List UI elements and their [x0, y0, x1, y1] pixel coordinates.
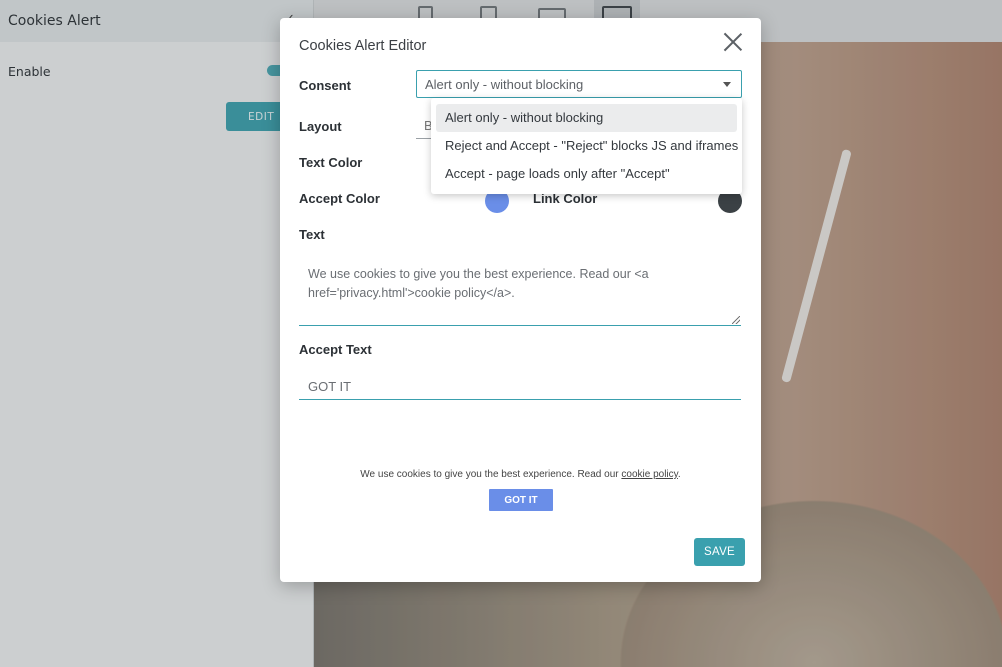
consent-label: Consent [299, 78, 351, 93]
preview-got-it-button[interactable]: GOT IT [489, 489, 553, 511]
preview-message-text: We use cookies to give you the best expe… [360, 469, 619, 480]
consent-option-reject-accept[interactable]: Reject and Accept - "Reject" blocks JS a… [436, 132, 738, 160]
accept-text-label: Accept Text [299, 342, 372, 357]
alert-text-field[interactable] [299, 254, 741, 326]
save-button[interactable]: SAVE [694, 538, 745, 566]
consent-option-alert-only[interactable]: Alert only - without blocking [436, 104, 737, 132]
close-icon[interactable] [723, 32, 743, 52]
consent-select-value: Alert only - without blocking [425, 77, 584, 92]
resize-handle-icon[interactable] [732, 316, 740, 324]
accept-text-field[interactable]: GOT IT [299, 374, 741, 400]
preview-message: We use cookies to give you the best expe… [280, 469, 761, 480]
consent-dropdown-menu: Alert only - without blocking Reject and… [431, 98, 742, 194]
preview-cookie-policy-link[interactable]: cookie policy [621, 469, 678, 480]
accept-color-label: Accept Color [299, 191, 380, 206]
text-color-label: Text Color [299, 155, 363, 170]
chevron-down-icon [723, 82, 731, 87]
text-label: Text [299, 227, 325, 242]
layout-label: Layout [299, 119, 342, 134]
consent-select[interactable]: Alert only - without blocking [416, 70, 742, 98]
consent-option-accept-only[interactable]: Accept - page loads only after "Accept" [436, 160, 737, 188]
preview-trailing: . [677, 469, 681, 480]
modal-title: Cookies Alert Editor [299, 38, 427, 54]
cookies-alert-editor-modal: Cookies Alert Editor Consent Alert only … [280, 18, 761, 582]
